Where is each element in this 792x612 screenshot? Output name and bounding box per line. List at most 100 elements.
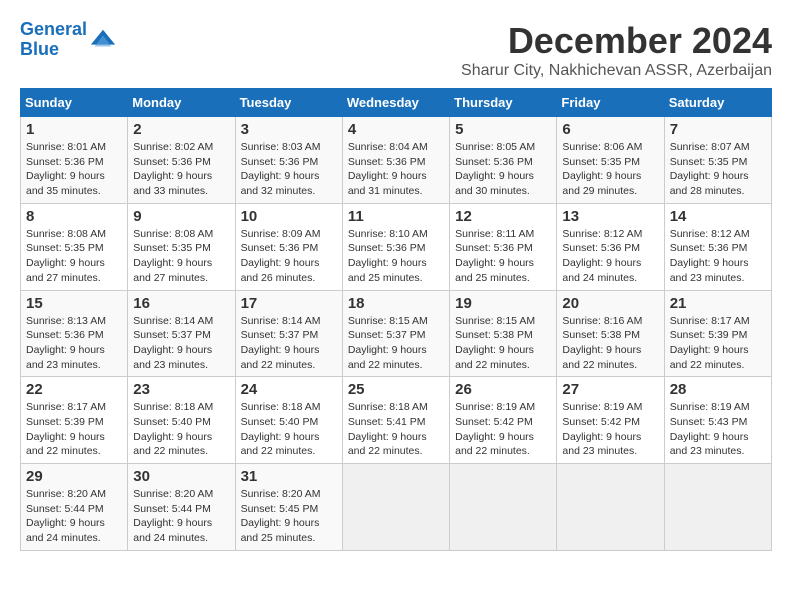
- calendar-cell: 7 Sunrise: 8:07 AMSunset: 5:35 PMDaylight…: [664, 117, 771, 204]
- day-number: 13: [562, 208, 658, 225]
- calendar-cell: 24Sunrise: 8:18 AMSunset: 5:40 PMDayligh…: [235, 377, 342, 464]
- header-sunday: Sunday: [21, 89, 128, 117]
- calendar-cell: [342, 464, 449, 551]
- week-row-4: 22Sunrise: 8:17 AMSunset: 5:39 PMDayligh…: [21, 377, 772, 464]
- day-info: Sunrise: 8:13 AMSunset: 5:36 PMDaylight:…: [26, 315, 106, 371]
- header-thursday: Thursday: [450, 89, 557, 117]
- day-info: Sunrise: 8:02 AMSunset: 5:36 PMDaylight:…: [133, 141, 213, 197]
- week-row-3: 15 Sunrise: 8:13 AMSunset: 5:36 PMDayligh…: [21, 290, 772, 377]
- day-number: 2: [133, 121, 229, 138]
- calendar-cell: 13 Sunrise: 8:12 AMSunset: 5:36 PMDayligh…: [557, 203, 664, 290]
- day-info: Sunrise: 8:09 AMSunset: 5:36 PMDaylight:…: [241, 228, 321, 284]
- day-number: 21: [670, 295, 766, 312]
- title-block: December 2024 Sharur City, Nakhichevan A…: [461, 20, 772, 80]
- day-number: 19: [455, 295, 551, 312]
- day-number: 27: [562, 381, 658, 398]
- calendar-cell: 21 Sunrise: 8:17 AMSunset: 5:39 PMDayligh…: [664, 290, 771, 377]
- logo-icon: [89, 26, 117, 54]
- day-number: 25: [348, 381, 444, 398]
- calendar-cell: 25 Sunrise: 8:18 AMSunset: 5:41 PMDayligh…: [342, 377, 449, 464]
- day-number: 4: [348, 121, 444, 138]
- calendar-cell: 28 Sunrise: 8:19 AMSunset: 5:43 PMDayligh…: [664, 377, 771, 464]
- calendar-cell: 19 Sunrise: 8:15 AMSunset: 5:38 PMDayligh…: [450, 290, 557, 377]
- day-number: 26: [455, 381, 551, 398]
- day-info: Sunrise: 8:16 AMSunset: 5:38 PMDaylight:…: [562, 315, 642, 371]
- day-info: Sunrise: 8:19 AMSunset: 5:42 PMDaylight:…: [455, 401, 535, 457]
- week-row-5: 29Sunrise: 8:20 AMSunset: 5:44 PMDayligh…: [21, 464, 772, 551]
- calendar-cell: 31 Sunrise: 8:20 AMSunset: 5:45 PMDayligh…: [235, 464, 342, 551]
- day-number: 5: [455, 121, 551, 138]
- day-info: Sunrise: 8:18 AMSunset: 5:41 PMDaylight:…: [348, 401, 428, 457]
- calendar-cell: 1 Sunrise: 8:01 AMSunset: 5:36 PMDaylight…: [21, 117, 128, 204]
- day-info: Sunrise: 8:01 AMSunset: 5:36 PMDaylight:…: [26, 141, 106, 197]
- day-info: Sunrise: 8:04 AMSunset: 5:36 PMDaylight:…: [348, 141, 428, 197]
- day-info: Sunrise: 8:18 AMSunset: 5:40 PMDaylight:…: [133, 401, 213, 457]
- day-number: 3: [241, 121, 337, 138]
- page-header: GeneralBlue December 2024 Sharur City, N…: [20, 20, 772, 80]
- subtitle: Sharur City, Nakhichevan ASSR, Azerbaija…: [461, 62, 772, 80]
- day-number: 28: [670, 381, 766, 398]
- calendar-cell: 5 Sunrise: 8:05 AMSunset: 5:36 PMDaylight…: [450, 117, 557, 204]
- calendar-cell: 23Sunrise: 8:18 AMSunset: 5:40 PMDayligh…: [128, 377, 235, 464]
- calendar-cell: 15 Sunrise: 8:13 AMSunset: 5:36 PMDayligh…: [21, 290, 128, 377]
- day-info: Sunrise: 8:14 AMSunset: 5:37 PMDaylight:…: [241, 315, 321, 371]
- main-title: December 2024: [461, 20, 772, 62]
- week-row-2: 8 Sunrise: 8:08 AMSunset: 5:35 PMDaylight…: [21, 203, 772, 290]
- day-number: 12: [455, 208, 551, 225]
- day-number: 20: [562, 295, 658, 312]
- calendar-cell: 11 Sunrise: 8:10 AMSunset: 5:36 PMDayligh…: [342, 203, 449, 290]
- calendar-header-row: SundayMondayTuesdayWednesdayThursdayFrid…: [21, 89, 772, 117]
- header-tuesday: Tuesday: [235, 89, 342, 117]
- day-number: 16: [133, 295, 229, 312]
- day-info: Sunrise: 8:06 AMSunset: 5:35 PMDaylight:…: [562, 141, 642, 197]
- calendar-cell: 12Sunrise: 8:11 AMSunset: 5:36 PMDayligh…: [450, 203, 557, 290]
- calendar-cell: 27 Sunrise: 8:19 AMSunset: 5:42 PMDayligh…: [557, 377, 664, 464]
- day-number: 8: [26, 208, 122, 225]
- day-info: Sunrise: 8:20 AMSunset: 5:45 PMDaylight:…: [241, 488, 321, 544]
- calendar-cell: 29Sunrise: 8:20 AMSunset: 5:44 PMDayligh…: [21, 464, 128, 551]
- week-row-1: 1 Sunrise: 8:01 AMSunset: 5:36 PMDaylight…: [21, 117, 772, 204]
- calendar-cell: 18 Sunrise: 8:15 AMSunset: 5:37 PMDayligh…: [342, 290, 449, 377]
- day-info: Sunrise: 8:03 AMSunset: 5:36 PMDaylight:…: [241, 141, 321, 197]
- day-info: Sunrise: 8:19 AMSunset: 5:43 PMDaylight:…: [670, 401, 750, 457]
- header-wednesday: Wednesday: [342, 89, 449, 117]
- day-info: Sunrise: 8:15 AMSunset: 5:37 PMDaylight:…: [348, 315, 428, 371]
- calendar-cell: 26 Sunrise: 8:19 AMSunset: 5:42 PMDayligh…: [450, 377, 557, 464]
- day-info: Sunrise: 8:14 AMSunset: 5:37 PMDaylight:…: [133, 315, 213, 371]
- calendar-cell: 4 Sunrise: 8:04 AMSunset: 5:36 PMDaylight…: [342, 117, 449, 204]
- calendar-cell: 9 Sunrise: 8:08 AMSunset: 5:35 PMDaylight…: [128, 203, 235, 290]
- calendar-cell: 8Sunrise: 8:08 AMSunset: 5:35 PMDaylight…: [21, 203, 128, 290]
- day-number: 9: [133, 208, 229, 225]
- day-number: 11: [348, 208, 444, 225]
- calendar-cell: 2 Sunrise: 8:02 AMSunset: 5:36 PMDaylight…: [128, 117, 235, 204]
- day-info: Sunrise: 8:17 AMSunset: 5:39 PMDaylight:…: [670, 315, 750, 371]
- day-number: 30: [133, 468, 229, 485]
- calendar-cell: [557, 464, 664, 551]
- day-number: 24: [241, 381, 337, 398]
- logo: GeneralBlue: [20, 20, 117, 60]
- day-number: 22: [26, 381, 122, 398]
- calendar-cell: [664, 464, 771, 551]
- calendar-cell: 22Sunrise: 8:17 AMSunset: 5:39 PMDayligh…: [21, 377, 128, 464]
- day-number: 31: [241, 468, 337, 485]
- day-info: Sunrise: 8:05 AMSunset: 5:36 PMDaylight:…: [455, 141, 535, 197]
- header-saturday: Saturday: [664, 89, 771, 117]
- day-number: 15: [26, 295, 122, 312]
- day-info: Sunrise: 8:19 AMSunset: 5:42 PMDaylight:…: [562, 401, 642, 457]
- day-number: 7: [670, 121, 766, 138]
- calendar-cell: 10Sunrise: 8:09 AMSunset: 5:36 PMDayligh…: [235, 203, 342, 290]
- day-number: 1: [26, 121, 122, 138]
- calendar-body: 1 Sunrise: 8:01 AMSunset: 5:36 PMDaylight…: [21, 117, 772, 551]
- day-info: Sunrise: 8:15 AMSunset: 5:38 PMDaylight:…: [455, 315, 535, 371]
- day-info: Sunrise: 8:10 AMSunset: 5:36 PMDaylight:…: [348, 228, 428, 284]
- header-friday: Friday: [557, 89, 664, 117]
- day-number: 17: [241, 295, 337, 312]
- day-number: 18: [348, 295, 444, 312]
- day-info: Sunrise: 8:07 AMSunset: 5:35 PMDaylight:…: [670, 141, 750, 197]
- day-info: Sunrise: 8:08 AMSunset: 5:35 PMDaylight:…: [133, 228, 213, 284]
- day-info: Sunrise: 8:12 AMSunset: 5:36 PMDaylight:…: [562, 228, 642, 284]
- calendar-table: SundayMondayTuesdayWednesdayThursdayFrid…: [20, 88, 772, 551]
- calendar-cell: 6Sunrise: 8:06 AMSunset: 5:35 PMDaylight…: [557, 117, 664, 204]
- day-info: Sunrise: 8:20 AMSunset: 5:44 PMDaylight:…: [133, 488, 213, 544]
- calendar-cell: 17 Sunrise: 8:14 AMSunset: 5:37 PMDayligh…: [235, 290, 342, 377]
